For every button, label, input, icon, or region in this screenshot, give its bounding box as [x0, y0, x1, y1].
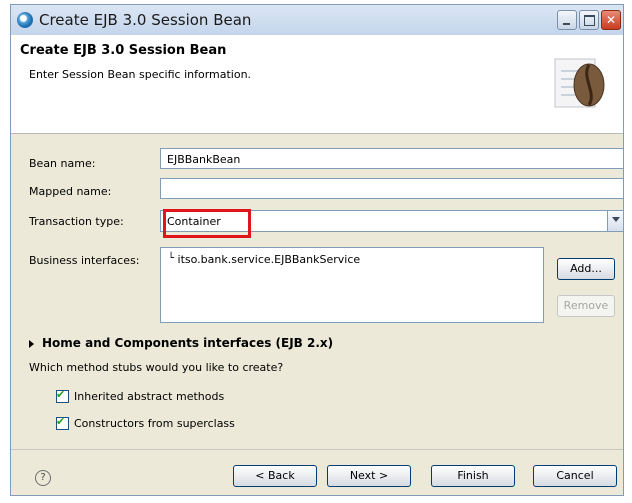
expand-triangle-icon: [29, 339, 34, 348]
constructors-from-superclass-checkbox[interactable]: ✔: [56, 415, 69, 430]
inherited-abstract-methods-label: Inherited abstract methods: [74, 390, 225, 403]
minimize-icon: [563, 23, 570, 25]
stubs-question: Which method stubs would you like to cre…: [29, 361, 284, 374]
chevron-down-icon: [612, 217, 620, 222]
next-button[interactable]: Next >: [327, 465, 411, 487]
coffee-bean-icon: [554, 58, 605, 108]
maximize-button[interactable]: [579, 10, 599, 30]
separator: [11, 449, 623, 450]
check-icon: ✔: [56, 388, 66, 401]
list-item-label: itso.bank.service.EJBBankService: [177, 253, 361, 266]
page-subtitle: Enter Session Bean specific information.: [29, 68, 252, 81]
back-button[interactable]: < Back: [233, 465, 317, 487]
bean-name-field[interactable]: EJBBankBean: [160, 148, 624, 169]
bean-name-label: Bean name:: [29, 157, 96, 170]
help-icon[interactable]: ?: [35, 470, 51, 486]
add-button[interactable]: Add...: [557, 258, 615, 280]
transaction-type-dropdown-button[interactable]: [607, 210, 624, 232]
mapped-name-label: Mapped name:: [29, 185, 112, 198]
cancel-button[interactable]: Cancel: [533, 465, 617, 487]
title-bar[interactable]: Create EJB 3.0 Session Bean ✕: [11, 5, 623, 35]
ejb-wizard-icon: [17, 12, 33, 28]
close-button[interactable]: ✕: [601, 10, 621, 30]
maximize-icon: [584, 15, 595, 26]
tree-connector-icon: └: [168, 253, 175, 264]
highlight-box: [163, 209, 251, 238]
home-components-section[interactable]: Home and Components interfaces (EJB 2.x): [29, 336, 333, 350]
wizard-window: Create EJB 3.0 Session Bean ✕ Create EJB…: [10, 4, 624, 496]
remove-button[interactable]: Remove: [557, 295, 615, 317]
transaction-type-label: Transaction type:: [29, 215, 124, 228]
window-title: Create EJB 3.0 Session Bean: [39, 11, 252, 29]
minimize-button[interactable]: [557, 10, 577, 30]
page-title: Create EJB 3.0 Session Bean: [20, 43, 227, 58]
close-icon: ✕: [605, 13, 617, 27]
business-interfaces-label: Business interfaces:: [29, 254, 140, 267]
inherited-abstract-methods-checkbox[interactable]: ✔: [56, 388, 69, 403]
list-item[interactable]: └ itso.bank.service.EJBBankService: [168, 253, 360, 266]
section-label: Home and Components interfaces (EJB 2.x): [42, 336, 334, 350]
business-interfaces-list[interactable]: └ itso.bank.service.EJBBankService: [160, 247, 544, 323]
wizard-header: Create EJB 3.0 Session Bean Enter Sessio…: [11, 35, 623, 134]
check-icon: ✔: [56, 415, 66, 428]
finish-button[interactable]: Finish: [431, 465, 515, 487]
mapped-name-field[interactable]: [160, 178, 624, 199]
constructors-from-superclass-label: Constructors from superclass: [74, 417, 235, 430]
